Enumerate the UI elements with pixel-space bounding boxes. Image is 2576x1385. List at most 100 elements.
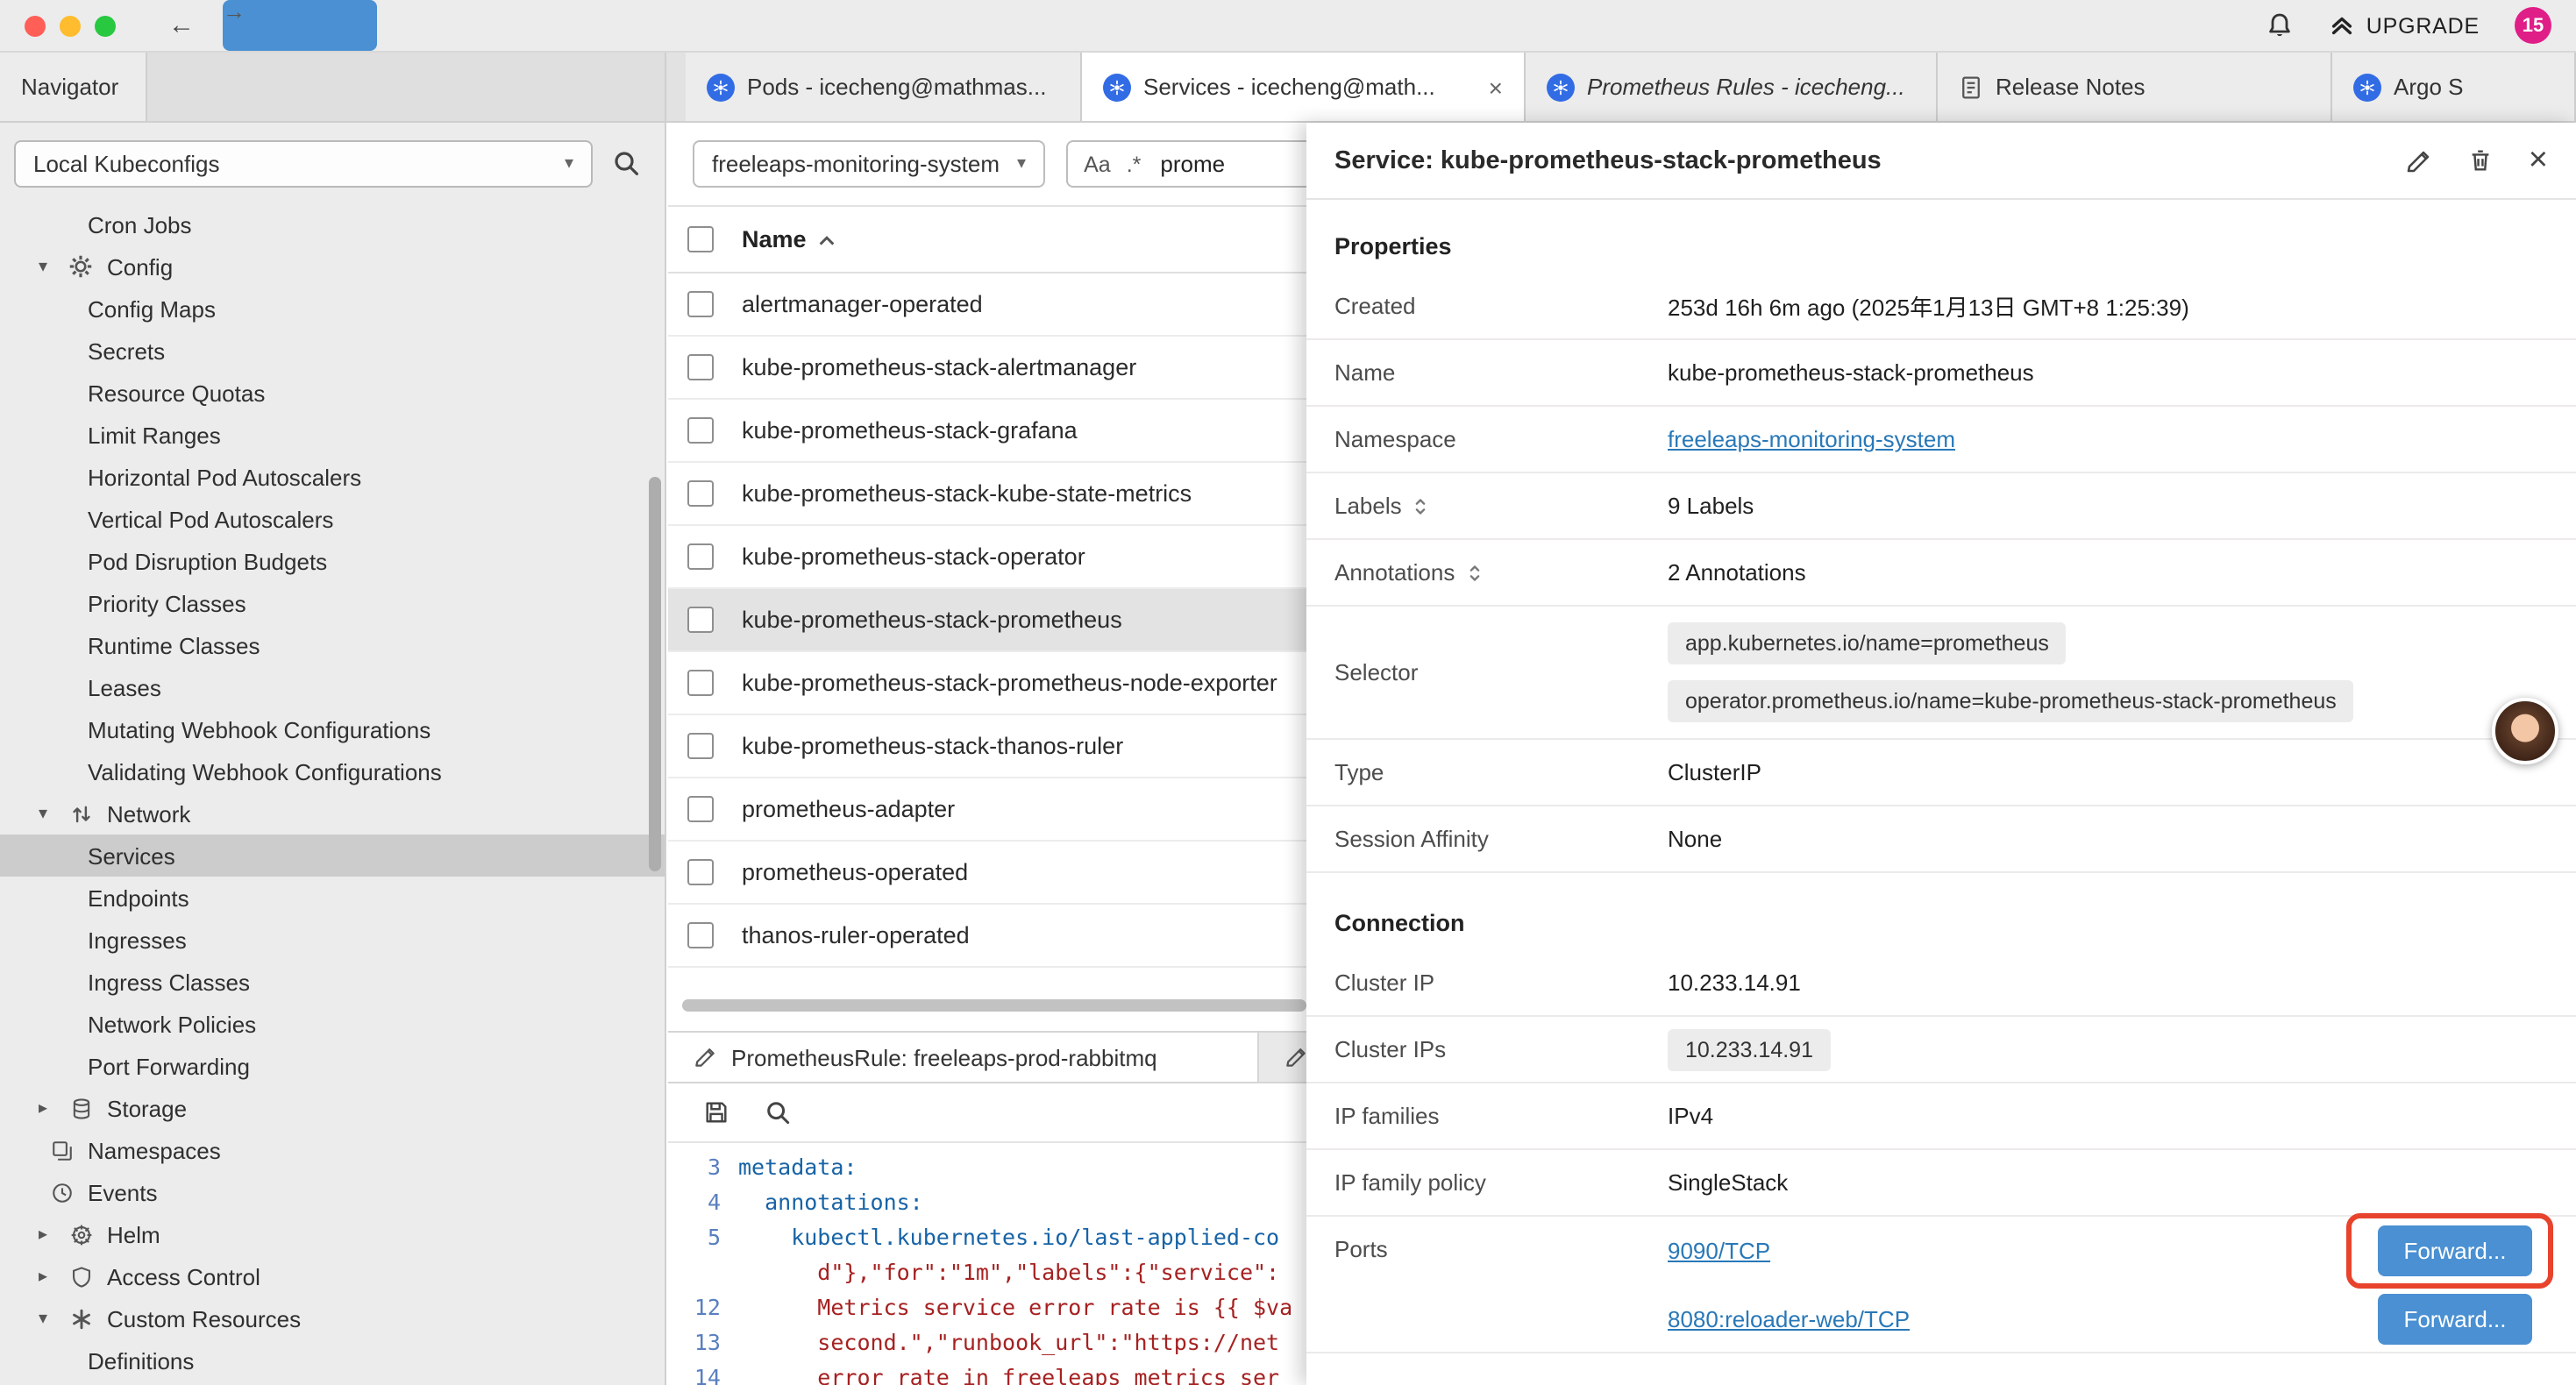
sidebar-item-ingresses[interactable]: Ingresses — [0, 919, 665, 961]
trash-icon[interactable] — [2467, 147, 2494, 174]
sidebar-item-network[interactable]: ▾ Network — [0, 792, 665, 835]
document-icon — [1959, 75, 1983, 99]
sidebar-item-custom-resources[interactable]: ▾ Custom Resources — [0, 1297, 665, 1339]
tab-close-icon[interactable]: × — [1475, 73, 1503, 101]
row-checkbox[interactable] — [687, 733, 714, 759]
sidebar-item-cron-jobs[interactable]: Cron Jobs — [0, 203, 665, 245]
navigator-sidebar: Local Kubeconfigs ▾ Cron Jobs ▾ Config C… — [0, 123, 666, 1385]
chevron-down-icon[interactable]: ▾ — [39, 257, 67, 276]
forward-button[interactable]: → — [223, 0, 377, 51]
sidebar-item-namespaces[interactable]: Namespaces — [0, 1129, 665, 1171]
cluster-ip-badge: 10.233.14.91 — [1668, 1029, 1831, 1071]
search-icon[interactable] — [612, 149, 640, 177]
sidebar-item-config-maps[interactable]: Config Maps — [0, 288, 665, 330]
window-close-button[interactable] — [25, 15, 46, 36]
namespace-filter-select[interactable]: freeleaps-monitoring-system ▾ — [693, 140, 1045, 188]
chevron-right-icon[interactable]: ▸ — [39, 1098, 67, 1118]
config-gear-icon — [67, 252, 95, 281]
tab-release-notes[interactable]: Release Notes — [1938, 53, 2332, 121]
expand-updown-icon[interactable] — [1413, 495, 1430, 516]
kubeconfig-select[interactable]: Local Kubeconfigs ▾ — [14, 139, 593, 187]
row-checkbox[interactable] — [687, 417, 714, 444]
sidebar-item-secrets[interactable]: Secrets — [0, 330, 665, 372]
chevron-down-icon[interactable]: ▾ — [39, 804, 67, 823]
forward-button-9090[interactable]: Forward... — [2378, 1225, 2532, 1276]
upgrade-button[interactable]: UPGRADE — [2330, 12, 2480, 39]
port-link-9090[interactable]: 9090/TCP — [1668, 1238, 1770, 1264]
sidebar-item-helm[interactable]: ▸ Helm — [0, 1213, 665, 1255]
row-checkbox[interactable] — [687, 796, 714, 822]
drawer-row-labels: Labels 9 Labels — [1306, 473, 2576, 540]
tab-label: Release Notes — [1996, 74, 2145, 100]
match-case-toggle[interactable]: Aa — [1084, 152, 1111, 176]
row-checkbox[interactable] — [687, 354, 714, 380]
sidebar-item-pod-disruption-budgets[interactable]: Pod Disruption Budgets — [0, 540, 665, 582]
regex-toggle[interactable]: .* — [1127, 152, 1142, 176]
row-checkbox[interactable] — [687, 922, 714, 948]
storage-database-icon — [67, 1094, 95, 1122]
assistant-avatar[interactable] — [2492, 698, 2558, 764]
sidebar-item-horizontal-pod-autoscalers[interactable]: Horizontal Pod Autoscalers — [0, 456, 665, 498]
select-all-checkbox[interactable] — [687, 226, 714, 252]
sidebar-item-definitions[interactable]: Definitions — [0, 1339, 665, 1381]
namespace-link[interactable]: freeleaps-monitoring-system — [1668, 426, 1955, 452]
namespace-filter-value: freeleaps-monitoring-system — [712, 151, 1000, 177]
sidebar-item-runtime-classes[interactable]: Runtime Classes — [0, 624, 665, 666]
tab-services[interactable]: Services - icecheng@math... × — [1082, 53, 1526, 123]
tab-pods[interactable]: Pods - icecheng@mathmas... — [686, 53, 1082, 121]
editor-tab-prometheusrule[interactable]: PrometheusRule: freeleaps-prod-rabbitmq — [668, 1033, 1259, 1082]
window-minimize-button[interactable] — [60, 15, 81, 36]
sidebar-item-priority-classes[interactable]: Priority Classes — [0, 582, 665, 624]
tab-argo[interactable]: Argo S — [2332, 53, 2576, 121]
close-icon[interactable]: × — [2529, 144, 2548, 177]
chevron-right-icon[interactable]: ▸ — [39, 1267, 67, 1286]
app-window: ← → UPGRADE 15 Navigator Pods - icecheng… — [0, 0, 2576, 1385]
pencil-icon — [1284, 1045, 1308, 1069]
chevron-right-icon[interactable]: ▸ — [39, 1225, 67, 1244]
expand-updown-icon[interactable] — [1465, 562, 1483, 583]
row-checkbox[interactable] — [687, 607, 714, 633]
sidebar-item-config[interactable]: ▾ Config — [0, 245, 665, 288]
edit-pencil-icon[interactable] — [2404, 146, 2432, 174]
drawer-row-annotations: Annotations 2 Annotations — [1306, 540, 2576, 607]
drawer-header: Service: kube-prometheus-stack-prometheu… — [1306, 123, 2576, 200]
sidebar-scrollbar[interactable] — [649, 477, 661, 871]
row-checkbox[interactable] — [687, 480, 714, 507]
window-zoom-button[interactable] — [95, 15, 116, 36]
notifications-bell-icon[interactable] — [2266, 11, 2295, 39]
forward-button-8080[interactable]: Forward... — [2378, 1294, 2532, 1345]
properties-heading: Properties — [1306, 200, 2576, 273]
sidebar-item-validating-webhook-configurations[interactable]: Validating Webhook Configurations — [0, 750, 665, 792]
selector-badge: app.kubernetes.io/name=prometheus — [1668, 622, 2067, 664]
sidebar-item-resource-quotas[interactable]: Resource Quotas — [0, 372, 665, 414]
upgrade-label: UPGRADE — [2366, 13, 2480, 38]
sidebar-item-services[interactable]: Services — [0, 835, 665, 877]
notification-count-badge[interactable]: 15 — [2515, 7, 2551, 44]
save-icon[interactable] — [703, 1099, 729, 1126]
row-checkbox[interactable] — [687, 670, 714, 696]
sidebar-item-vertical-pod-autoscalers[interactable]: Vertical Pod Autoscalers — [0, 498, 665, 540]
sidebar-item-ingress-classes[interactable]: Ingress Classes — [0, 961, 665, 1003]
port-link-8080[interactable]: 8080:reloader-web/TCP — [1668, 1306, 1910, 1332]
sidebar-item-port-forwarding[interactable]: Port Forwarding — [0, 1045, 665, 1087]
sidebar-item-leases[interactable]: Leases — [0, 666, 665, 708]
sidebar-item-mutating-webhook-configurations[interactable]: Mutating Webhook Configurations — [0, 708, 665, 750]
sidebar-item-events[interactable]: Events — [0, 1171, 665, 1213]
sidebar-item-network-policies[interactable]: Network Policies — [0, 1003, 665, 1045]
sidebar-item-access-control[interactable]: ▸ Access Control — [0, 1255, 665, 1297]
row-checkbox[interactable] — [687, 859, 714, 885]
sort-ascending-icon — [817, 232, 836, 246]
row-checkbox[interactable] — [687, 291, 714, 317]
kubernetes-icon — [2353, 73, 2381, 101]
chevron-down-icon[interactable]: ▾ — [39, 1309, 67, 1328]
sidebar-item-storage[interactable]: ▸ Storage — [0, 1087, 665, 1129]
tab-prometheus-rules[interactable]: Prometheus Rules - icecheng... — [1526, 53, 1938, 121]
back-button[interactable]: ← — [168, 12, 195, 39]
navigator-tab[interactable]: Navigator — [0, 53, 147, 121]
name-column-header[interactable]: Name — [742, 226, 836, 252]
search-icon[interactable] — [765, 1099, 791, 1126]
sidebar-item-endpoints[interactable]: Endpoints — [0, 877, 665, 919]
row-checkbox[interactable] — [687, 543, 714, 570]
sidebar-item-limit-ranges[interactable]: Limit Ranges — [0, 414, 665, 456]
horizontal-scrollbar[interactable] — [682, 999, 1306, 1012]
